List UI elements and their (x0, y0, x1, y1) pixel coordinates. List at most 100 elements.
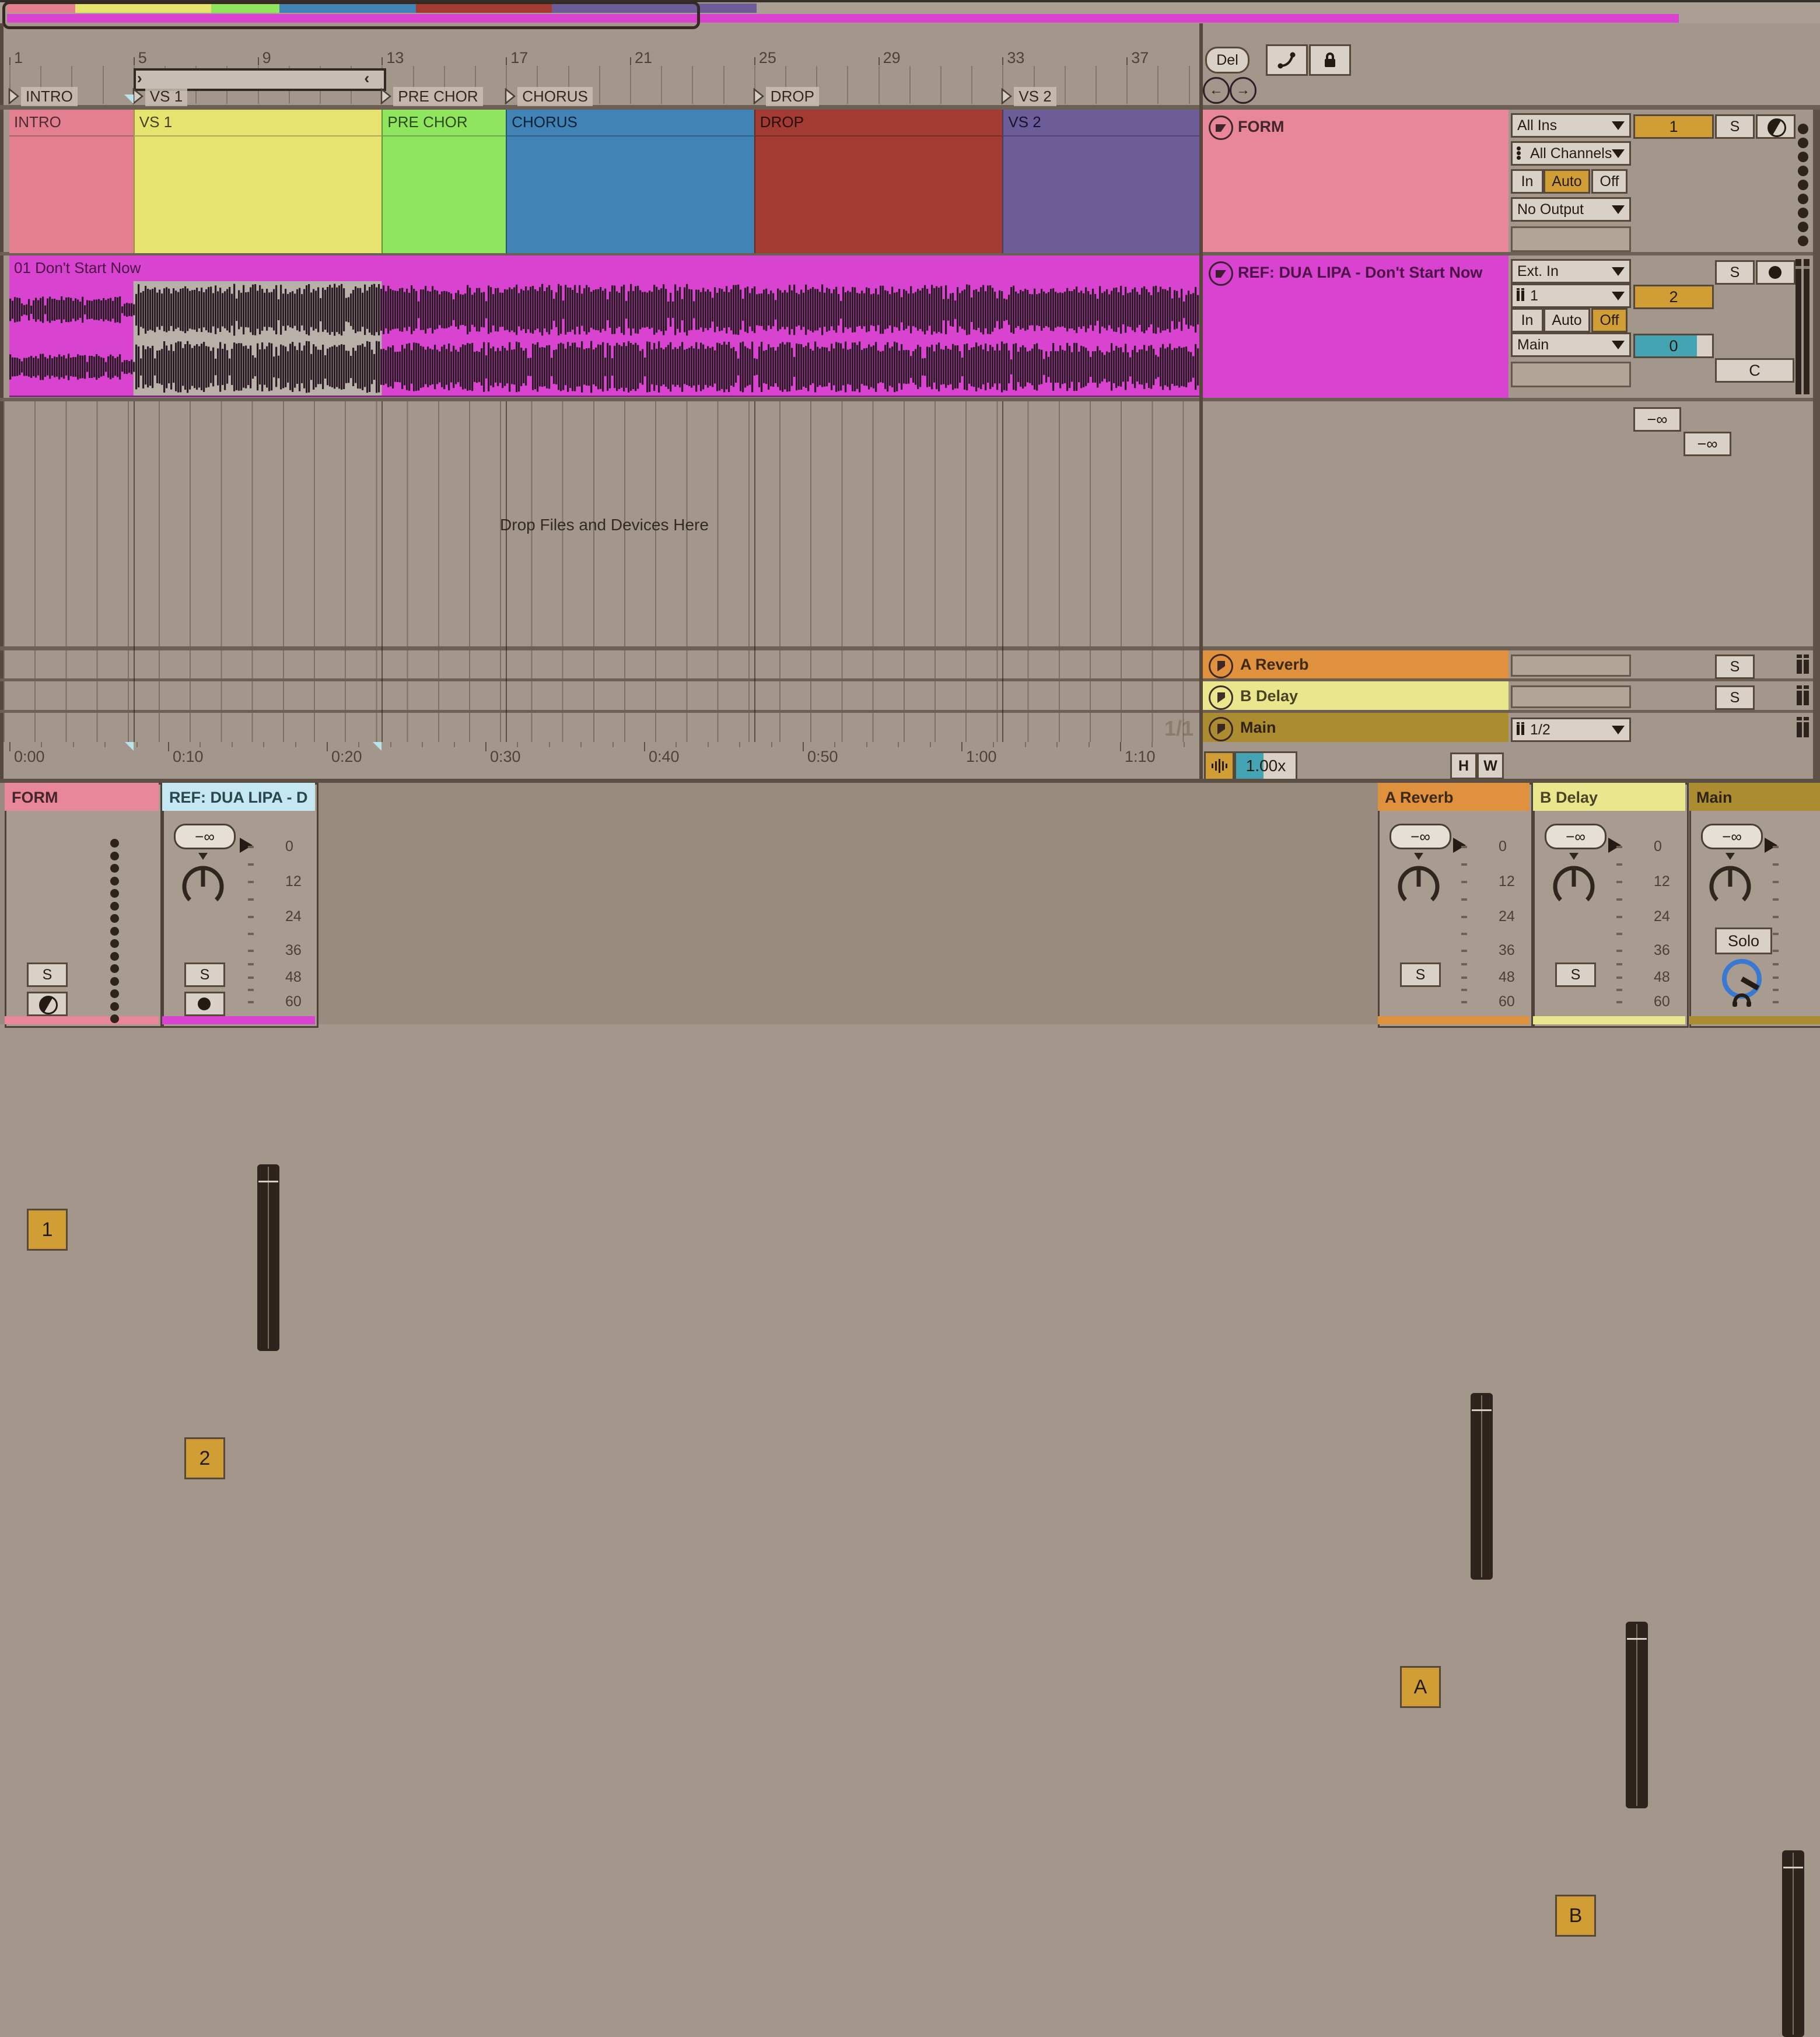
strip-volume-field[interactable]: −∞ (1701, 824, 1763, 849)
time-ruler[interactable] (4, 742, 1199, 779)
strip-cue-knob[interactable] (1717, 953, 1766, 1009)
button-off[interactable]: Off (1591, 308, 1628, 332)
lane-a-reverb[interactable] (4, 650, 1199, 678)
button-in[interactable]: In (1511, 308, 1544, 332)
button-in[interactable]: In (1511, 169, 1544, 194)
button-s[interactable]: S (1715, 654, 1755, 679)
playback-speed-field[interactable]: 1.00x (1234, 751, 1297, 780)
lane-b-delay[interactable] (4, 681, 1199, 710)
strip-footer (1689, 1016, 1820, 1024)
lane-fold-button[interactable] (1209, 654, 1233, 678)
width-zoom-button[interactable]: W (1477, 752, 1504, 779)
clip-body-intro[interactable] (9, 135, 134, 253)
locator-flag-vs-1[interactable]: VS 1 (132, 88, 284, 105)
button-s[interactable]: S (1715, 685, 1755, 710)
strip-record-arm-button[interactable] (184, 992, 225, 1016)
dropdown-no-output[interactable]: No Output (1511, 197, 1631, 222)
clip-intro[interactable]: INTRO (9, 110, 134, 135)
clip-pre-chor[interactable]: PRE CHOR (382, 110, 507, 135)
clip-chorus[interactable]: CHORUS (506, 110, 755, 135)
strip-track-number[interactable]: 2 (184, 1437, 225, 1479)
arrangement-overview[interactable] (0, 2, 1820, 23)
clip-body-vs-2[interactable] (1002, 135, 1200, 253)
b (1517, 724, 1520, 735)
audition-waveform-button[interactable] (1204, 751, 1234, 780)
strip-level-meter (1626, 1622, 1648, 1808)
lane-fold-button[interactable] (1209, 717, 1233, 741)
strip-solo-button[interactable]: Solo (1715, 928, 1772, 954)
strip-pan-knob[interactable] (1393, 853, 1444, 911)
lane-fold-button[interactable] (1209, 685, 1233, 710)
height-zoom-button[interactable]: H (1450, 752, 1477, 779)
button-s[interactable]: S (1555, 963, 1596, 987)
strip-footer (5, 1016, 159, 1024)
strip-volume-field[interactable]: −∞ (174, 824, 236, 849)
dropdown-main[interactable]: Main (1511, 332, 1631, 357)
dropdown-ext-in[interactable]: Ext. In (1511, 259, 1631, 284)
locator-flag-drop[interactable]: DROP (753, 88, 905, 105)
send-a-display[interactable]: −∞ (1633, 407, 1681, 432)
strip-pan-knob[interactable] (1704, 853, 1756, 911)
midi-arm-button[interactable] (1756, 114, 1796, 139)
meter-scale-tick (1773, 881, 1779, 883)
back-arrow-button[interactable]: ← (1203, 77, 1230, 104)
lock-button[interactable] (1309, 44, 1351, 76)
clip-body-drop[interactable] (754, 135, 1004, 253)
locator-flag-vs-2[interactable]: VS 2 (1001, 88, 1153, 105)
pan-display[interactable]: C (1715, 358, 1794, 383)
io-extra-box[interactable] (1511, 362, 1631, 387)
fold-arrow-icon (1217, 692, 1225, 703)
strip-pan-knob[interactable] (177, 853, 229, 911)
delete-button[interactable]: Del (1205, 47, 1250, 74)
button-s[interactable]: S (1715, 114, 1755, 139)
button-s[interactable]: S (1400, 963, 1441, 987)
button-s[interactable]: S (184, 963, 225, 987)
track-number-display[interactable]: 1 (1633, 114, 1714, 139)
audio-clip-waveform[interactable] (9, 281, 1199, 397)
dropdown-1[interactable]: 1 (1511, 284, 1631, 308)
button-s[interactable]: S (1715, 260, 1755, 285)
lane-io-box[interactable] (1511, 654, 1631, 677)
button-off[interactable]: Off (1591, 169, 1628, 194)
clip-body-vs-1[interactable] (134, 135, 383, 253)
strip-midi-arm-button[interactable] (27, 992, 68, 1016)
dropdown-all-channels[interactable]: All Channels (1511, 141, 1631, 166)
strip-track-number[interactable]: 1 (27, 1209, 68, 1251)
mixer-strip-form[interactable] (5, 783, 162, 1028)
button-s[interactable]: S (27, 963, 68, 987)
clip-drop[interactable]: DROP (754, 110, 1004, 135)
automation-curve-icon (1277, 50, 1297, 70)
automation-curve-button[interactable] (1266, 44, 1308, 76)
dropdown-1-2[interactable]: 1/2 (1511, 718, 1631, 742)
strip-volume-field[interactable]: −∞ (1390, 824, 1451, 849)
lock-icon (1321, 50, 1339, 70)
io-extra-box[interactable] (1511, 226, 1631, 252)
dropdown-all-ins[interactable]: All Ins (1511, 113, 1631, 138)
forward-arrow-button[interactable]: → (1230, 77, 1256, 104)
strip-track-number[interactable]: B (1555, 1895, 1596, 1937)
audio-clip-title-bar[interactable]: 01 Don't Start Now (9, 256, 1199, 281)
track-number-display[interactable]: 2 (1633, 285, 1714, 309)
track-fold-button[interactable] (1209, 116, 1233, 140)
clip-vs-2[interactable]: VS 2 (1002, 110, 1200, 135)
record-arm-icon (1769, 266, 1782, 279)
meter-scale-tick (248, 977, 254, 979)
send-b-display[interactable]: −∞ (1684, 432, 1731, 456)
meter-scale-label: 24 (285, 908, 314, 925)
volume-display[interactable]: 0 (1633, 334, 1714, 358)
button-auto[interactable]: Auto (1544, 308, 1590, 332)
lane-io-box[interactable] (1511, 685, 1631, 708)
track-fold-button[interactable] (1209, 261, 1233, 286)
strip-track-number[interactable]: A (1400, 1666, 1441, 1708)
clip-vs-1[interactable]: VS 1 (134, 110, 383, 135)
record-arm-button[interactable] (1756, 260, 1796, 285)
strip-pan-knob[interactable] (1548, 853, 1600, 911)
clip-body-chorus[interactable] (506, 135, 755, 253)
lane-main[interactable] (4, 713, 1199, 742)
overview-viewport-box[interactable] (2, 1, 700, 29)
empty-track-area[interactable] (4, 401, 1199, 646)
strip-volume-field[interactable]: −∞ (1545, 824, 1606, 849)
locator-flag-chorus[interactable]: CHORUS (505, 88, 656, 105)
clip-body-pre-chor[interactable] (382, 135, 507, 253)
button-auto[interactable]: Auto (1544, 169, 1590, 194)
